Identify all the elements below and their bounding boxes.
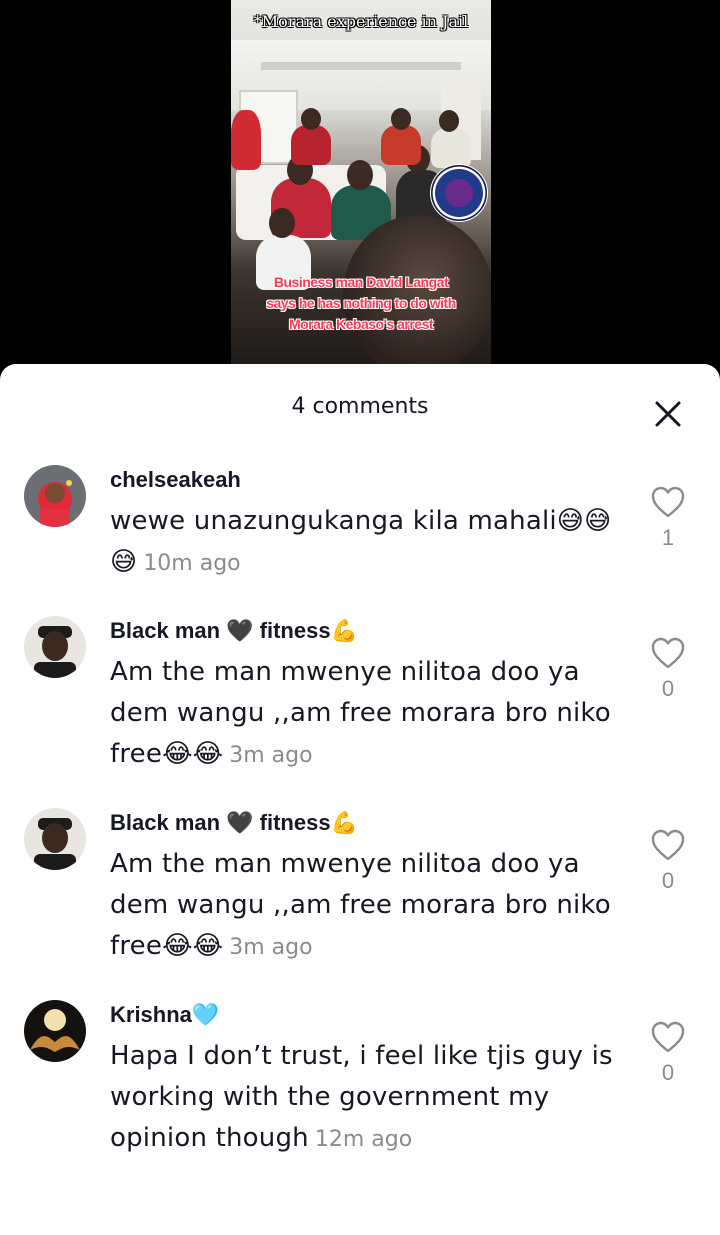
like-button[interactable]: 0	[648, 636, 688, 702]
video-caption-line: Morara Kebaso's arrest	[288, 316, 434, 332]
comment-body: wewe unazungukanga kila mahali😅😅😅 10m ago	[110, 501, 630, 584]
comment-username[interactable]: Black man 🖤 fitness💪	[110, 618, 358, 644]
like-button[interactable]: 1	[648, 485, 688, 551]
comment-timestamp: 3m ago	[229, 743, 313, 768]
comment-body: Hapa I don’t trust, i feel like tjis guy…	[110, 1036, 630, 1160]
comment-item: Black man 🖤 fitness💪 Am the man mwenye n…	[0, 616, 720, 786]
like-button[interactable]: 0	[648, 828, 688, 894]
like-count: 0	[661, 1060, 675, 1085]
video-person-head	[269, 208, 295, 238]
like-button[interactable]: 0	[648, 1020, 688, 1086]
comment-text: Am the man mwenye nilitoa doo ya dem wan…	[110, 657, 611, 769]
comment-username[interactable]: Black man 🖤 fitness💪	[110, 810, 358, 836]
video-caption-line: Business man David Langat	[273, 274, 449, 290]
like-count: 1	[661, 525, 675, 550]
comment-username[interactable]: chelseakeah	[110, 467, 241, 493]
comment-timestamp: 10m ago	[143, 551, 241, 576]
like-count: 0	[661, 676, 675, 701]
video-player[interactable]: *Morara experience in Jail Business man …	[231, 0, 491, 364]
video-person	[291, 125, 331, 165]
video-person-head	[391, 108, 411, 130]
comments-count-title: 4 comments	[291, 394, 429, 419]
comment-item: Krishna🩵 Hapa I don’t trust, i feel like…	[0, 1000, 720, 1170]
close-button[interactable]	[650, 396, 686, 432]
avatar[interactable]	[24, 616, 86, 678]
avatar-image	[24, 808, 86, 870]
comments-sheet: 4 comments chelseakeah wewe unazungukang…	[0, 364, 720, 1235]
avatar[interactable]	[24, 1000, 86, 1062]
video-caption: Business man David Langat says he has no…	[231, 272, 491, 335]
comment-username[interactable]: Krishna🩵	[110, 1002, 219, 1028]
channel-logo-icon	[430, 164, 488, 222]
avatar-image	[24, 1000, 86, 1062]
video-person	[431, 128, 471, 168]
comment-timestamp: 12m ago	[314, 1127, 413, 1152]
avatar-image	[24, 616, 86, 678]
comment-text: Am the man mwenye nilitoa doo ya dem wan…	[110, 849, 611, 961]
comment-body: Am the man mwenye nilitoa doo ya dem wan…	[110, 844, 630, 968]
avatar[interactable]	[24, 465, 86, 527]
heart-icon	[651, 829, 685, 861]
comment-item: chelseakeah wewe unazungukanga kila maha…	[0, 465, 720, 595]
screen: *Morara experience in Jail Business man …	[0, 0, 720, 1235]
heart-icon	[651, 486, 685, 518]
comment-body: Am the man mwenye nilitoa doo ya dem wan…	[110, 652, 630, 776]
comment-item: Black man 🖤 fitness💪 Am the man mwenye n…	[0, 808, 720, 978]
video-person	[381, 125, 421, 165]
video-person-head	[439, 110, 459, 132]
video-title-overlay: *Morara experience in Jail	[253, 12, 469, 31]
comment-timestamp: 3m ago	[229, 935, 313, 960]
heart-icon	[651, 637, 685, 669]
close-icon	[655, 401, 681, 427]
video-person-head	[347, 160, 373, 190]
like-count: 0	[661, 868, 675, 893]
avatar[interactable]	[24, 808, 86, 870]
avatar-image	[24, 465, 86, 527]
video-person	[231, 110, 261, 170]
video-beam	[261, 62, 461, 70]
heart-icon	[651, 1021, 685, 1053]
video-caption-line: says he has nothing to do with	[266, 295, 456, 311]
video-person-head	[301, 108, 321, 130]
